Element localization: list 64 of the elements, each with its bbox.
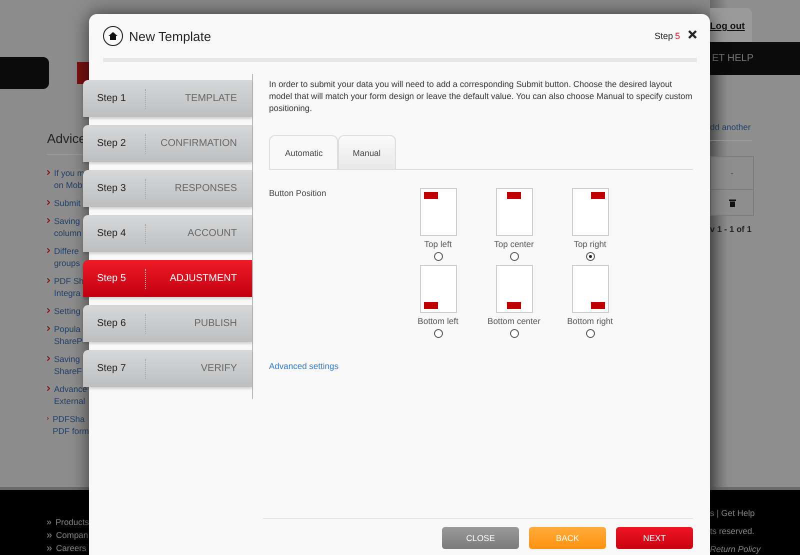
table-cell: - <box>711 157 753 190</box>
option-label: Bottom left <box>418 316 458 326</box>
option-label: Top left <box>424 239 452 249</box>
pager-text: v 1 - 1 of 1 <box>710 224 753 234</box>
page-preview[interactable] <box>572 265 608 313</box>
next-button[interactable]: NEXT <box>616 527 693 549</box>
step-tab[interactable]: Step 7 VERIFY <box>83 350 252 387</box>
advice-link[interactable]: Saving ShareF <box>54 353 82 377</box>
step-tab[interactable]: Step 1 TEMPLATE <box>83 80 252 117</box>
page-preview[interactable] <box>420 188 456 236</box>
chevron-icon <box>47 326 50 331</box>
footer-link[interactable]: Compan <box>56 530 88 540</box>
chevron-icon <box>47 278 50 283</box>
advice-link[interactable]: PDFSha PDF form <box>52 413 89 437</box>
intro-text: In order to submit your data you will need to add a corresponding Submit button. Choose the desired layout model that will match your form design or leave the default value. You can also choose Manual to specify custom positioning. <box>269 78 693 114</box>
tab[interactable]: Manual <box>338 135 396 169</box>
advice-link[interactable]: PDF Sh Integra <box>54 275 84 299</box>
footer-link[interactable]: Careers <box>56 543 86 553</box>
chevron-icon <box>47 200 50 205</box>
step-tab[interactable]: Step 3 RESPONSES <box>83 170 252 207</box>
chevron-icon <box>47 308 50 313</box>
option-label: Bottom right <box>567 316 613 326</box>
advice-link[interactable]: Differe groups <box>54 245 80 269</box>
advice-link[interactable]: Popula ShareP <box>54 323 82 347</box>
advice-link[interactable]: Submit <box>54 197 80 209</box>
home-icon <box>103 26 123 46</box>
page-preview[interactable] <box>496 188 532 236</box>
option-label: Top center <box>494 239 534 249</box>
step-number: 5 <box>674 31 680 41</box>
advice-link[interactable]: Setting <box>54 305 80 317</box>
step-label: Step <box>654 31 673 41</box>
footer-text: Return Policy <box>710 544 762 554</box>
advice-link[interactable]: Saving column <box>54 215 82 239</box>
footer-text: s | Get Help <box>710 508 756 518</box>
tab[interactable]: Automatic <box>269 135 338 169</box>
chevron-icon <box>47 218 50 223</box>
footer-text: ts reserved. <box>710 526 756 536</box>
nav-item[interactable]: ET HELP <box>710 42 800 75</box>
nav-bar <box>0 57 50 89</box>
advanced-settings-link[interactable]: Advanced settings <box>269 361 338 371</box>
step-tab[interactable]: Step 4 ACCOUNT <box>83 215 252 252</box>
field-label: Button Position <box>269 188 328 200</box>
dialog-title: New Template <box>129 28 212 44</box>
chevron-icon <box>47 170 50 175</box>
logout-link[interactable]: Log out <box>710 8 752 42</box>
step-tab[interactable]: Step 6 PUBLISH <box>83 305 252 342</box>
chevron-icon <box>47 546 52 551</box>
page-preview[interactable] <box>572 188 608 236</box>
chevron-icon <box>47 520 52 525</box>
option-label: Top right <box>574 239 606 249</box>
page-preview[interactable] <box>496 265 532 313</box>
logo-icon <box>77 62 89 84</box>
advice-link[interactable]: If you m on Mob <box>54 167 84 191</box>
option-label: Bottom center <box>488 316 540 326</box>
chevron-icon <box>47 533 52 538</box>
trash-icon[interactable] <box>728 198 736 206</box>
chevron-icon <box>47 356 50 361</box>
chevron-icon <box>47 386 50 391</box>
chevron-icon <box>47 248 50 253</box>
step-tab[interactable]: Step 2 CONFIRMATION <box>83 125 252 162</box>
page-preview[interactable] <box>420 265 456 313</box>
close-button[interactable]: CLOSE <box>442 527 519 549</box>
footer-link[interactable]: Products <box>55 517 89 527</box>
step-tab[interactable]: Step 5 ADJUSTMENT <box>83 260 252 297</box>
